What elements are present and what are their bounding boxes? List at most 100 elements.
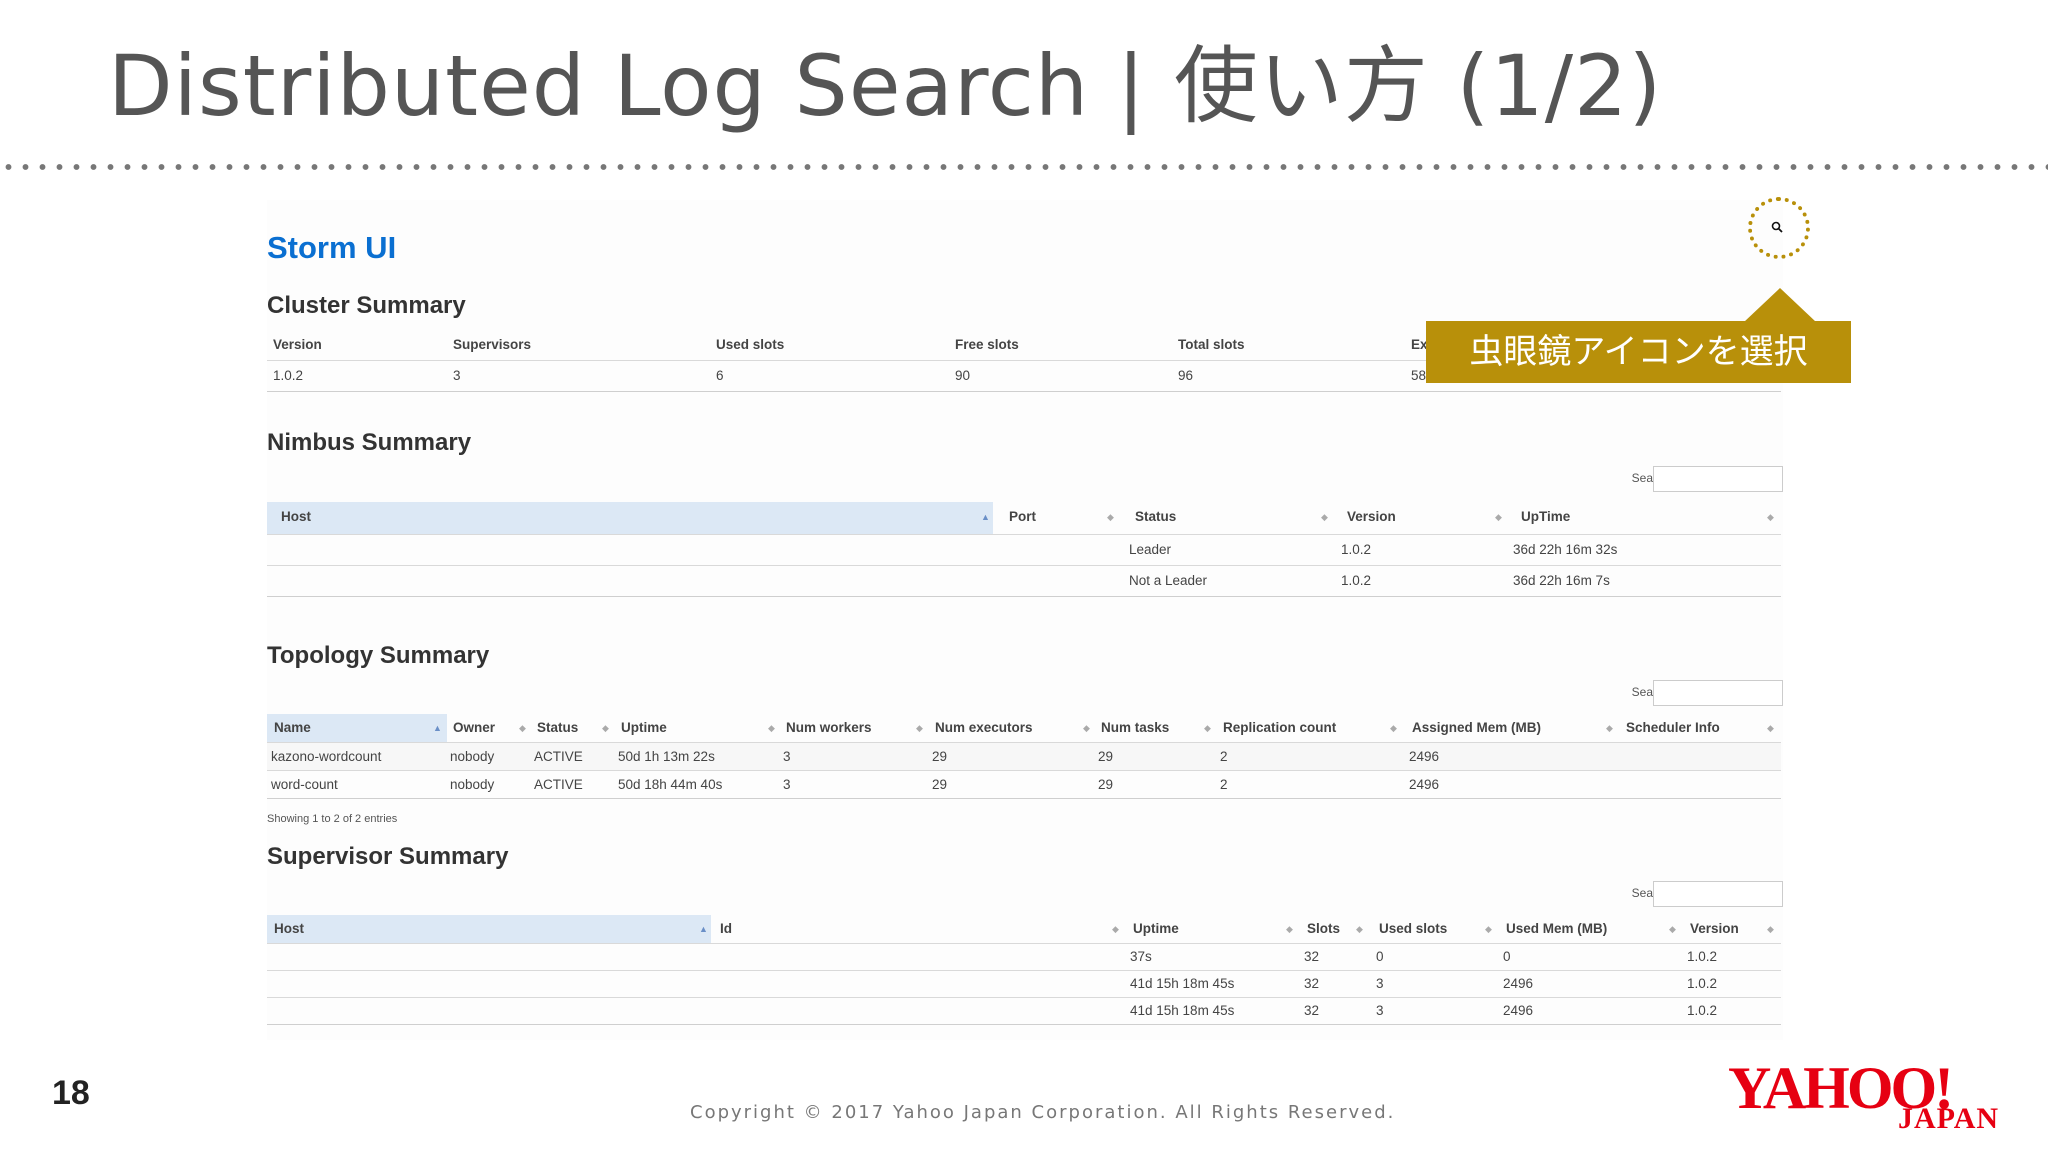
copyright-text: Copyright © 2017 Yahoo Japan Corporation…	[690, 1102, 1396, 1123]
slide-title: Distributed Log Search | 使い方 (1/2)	[108, 37, 1663, 135]
sort-icon[interactable]: ◆	[1485, 915, 1492, 943]
cluster-version: 1.0.2	[273, 368, 304, 383]
cluster-summary-title: Cluster Summary	[267, 292, 466, 319]
sort-icon[interactable]: ◆	[1669, 915, 1676, 943]
sort-icon[interactable]: ◆	[1495, 502, 1502, 532]
topology-status: ACTIVE	[534, 777, 583, 792]
table-row: Not a Leader 1.0.2 36d 22h 16m 7s	[267, 565, 1781, 597]
supervisor-used-mem: 0	[1503, 949, 1511, 964]
cluster-used-slots: 6	[716, 368, 724, 383]
table-row: word-count nobody ACTIVE 50d 18h 44m 40s…	[267, 770, 1781, 799]
sort-icon[interactable]: ◆	[1767, 502, 1774, 532]
nimbus-col-uptime[interactable]: UpTime	[1521, 502, 1570, 532]
cluster-col-free-slots[interactable]: Free slots	[955, 330, 1019, 360]
supervisor-search-input[interactable]	[1653, 881, 1783, 907]
supervisor-col-uptime[interactable]: Uptime	[1133, 915, 1179, 943]
sort-icon[interactable]: ◆	[1390, 714, 1397, 742]
table-row: Leader 1.0.2 36d 22h 16m 32s	[267, 534, 1781, 565]
yahoo-japan-logo: YAHOO! JAPAN	[1728, 1058, 2018, 1138]
sort-icon[interactable]: ◆	[768, 714, 775, 742]
topology-num-tasks: 29	[1098, 777, 1114, 792]
supervisor-slots: 32	[1304, 1003, 1320, 1018]
nimbus-col-host[interactable]: Host	[281, 502, 311, 532]
supervisor-slots: 32	[1304, 976, 1320, 991]
sort-icon[interactable]: ◆	[519, 714, 526, 742]
supervisor-uptime: 41d 15h 18m 45s	[1130, 1003, 1235, 1018]
nimbus-summary-table: Host ▲ Port ◆ Status ◆ Version ◆ UpTime …	[267, 502, 1781, 597]
nimbus-search-input[interactable]	[1653, 466, 1783, 492]
cluster-col-used-slots[interactable]: Used slots	[716, 330, 784, 360]
topology-uptime: 50d 18h 44m 40s	[618, 777, 723, 792]
cluster-col-version[interactable]: Version	[273, 330, 322, 360]
topology-uptime: 50d 1h 13m 22s	[618, 749, 715, 764]
nimbus-col-version[interactable]: Version	[1347, 502, 1396, 532]
topology-col-assigned-mem[interactable]: Assigned Mem (MB)	[1412, 714, 1541, 742]
sort-icon[interactable]: ◆	[916, 714, 923, 742]
sort-icon[interactable]: ◆	[1204, 714, 1211, 742]
sort-icon[interactable]: ◆	[1356, 915, 1363, 943]
topology-summary-title: Topology Summary	[267, 642, 490, 669]
topology-header-row: Name ▲ Owner ◆ Status ◆ Uptime ◆ Num wor…	[267, 714, 1781, 742]
sort-icon[interactable]: ◆	[1112, 915, 1119, 943]
topology-col-num-executors[interactable]: Num executors	[935, 714, 1033, 742]
sort-asc-icon[interactable]: ▲	[699, 915, 708, 943]
topology-summary-table: Name ▲ Owner ◆ Status ◆ Uptime ◆ Num wor…	[267, 714, 1781, 799]
nimbus-status: Not a Leader	[1129, 573, 1208, 588]
sort-icon[interactable]: ◆	[1767, 714, 1774, 742]
supervisor-col-id[interactable]: Id	[720, 915, 732, 943]
supervisor-used-slots: 3	[1376, 976, 1384, 991]
topology-assigned-mem: 2496	[1409, 749, 1440, 764]
supervisor-col-used-slots[interactable]: Used slots	[1379, 915, 1447, 943]
sort-icon[interactable]: ◆	[1606, 714, 1613, 742]
topology-col-scheduler-info[interactable]: Scheduler Info	[1626, 714, 1720, 742]
nimbus-col-port[interactable]: Port	[1009, 502, 1036, 532]
page-number: 18	[52, 1074, 90, 1112]
topology-showing-entries: Showing 1 to 2 of 2 entries	[267, 813, 398, 825]
supervisor-summary-table: Host ▲ Id ◆ Uptime ◆ Slots ◆ Used slots …	[267, 915, 1781, 1025]
sort-asc-icon[interactable]: ▲	[981, 502, 990, 532]
supervisor-col-used-mem[interactable]: Used Mem (MB)	[1506, 915, 1607, 943]
supervisor-used-mem: 2496	[1503, 976, 1534, 991]
nimbus-col-status[interactable]: Status	[1135, 502, 1176, 532]
cluster-col-supervisors[interactable]: Supervisors	[453, 330, 531, 360]
sort-icon[interactable]: ◆	[1767, 915, 1774, 943]
callout-arrow	[1744, 288, 1816, 322]
table-row: 37s 32 0 0 1.0.2	[267, 943, 1781, 970]
topology-name-link[interactable]: word-count	[271, 771, 338, 798]
topology-col-replication[interactable]: Replication count	[1223, 714, 1336, 742]
sort-icon[interactable]: ◆	[1083, 714, 1090, 742]
supervisor-uptime: 37s	[1130, 949, 1152, 964]
topology-col-num-tasks[interactable]: Num tasks	[1101, 714, 1169, 742]
topology-search-input[interactable]	[1653, 680, 1783, 706]
supervisor-used-slots: 3	[1376, 1003, 1384, 1018]
topology-col-uptime[interactable]: Uptime	[621, 714, 667, 742]
cluster-executors: 58	[1411, 368, 1427, 383]
sort-icon[interactable]: ◆	[1321, 502, 1328, 532]
supervisor-col-host[interactable]: Host	[274, 915, 304, 943]
nimbus-version: 1.0.2	[1341, 542, 1372, 557]
topology-num-tasks: 29	[1098, 749, 1114, 764]
storm-ui-title[interactable]: Storm UI	[267, 230, 396, 266]
topology-num-executors: 29	[932, 749, 948, 764]
topology-replication: 2	[1220, 777, 1228, 792]
yahoo-logo-sub: JAPAN	[1898, 1102, 2000, 1135]
sort-icon[interactable]: ◆	[1286, 915, 1293, 943]
table-row: kazono-wordcount nobody ACTIVE 50d 1h 13…	[267, 742, 1781, 770]
topology-name-link[interactable]: kazono-wordcount	[271, 743, 381, 770]
topology-col-name[interactable]: Name	[274, 714, 311, 742]
topology-col-num-workers[interactable]: Num workers	[786, 714, 872, 742]
sort-icon[interactable]: ◆	[1107, 502, 1114, 532]
nimbus-uptime: 36d 22h 16m 7s	[1513, 573, 1610, 588]
search-icon[interactable]	[1771, 221, 1783, 233]
sort-icon[interactable]: ◆	[602, 714, 609, 742]
nimbus-status: Leader	[1129, 542, 1172, 557]
topology-col-owner[interactable]: Owner	[453, 714, 495, 742]
topology-col-status[interactable]: Status	[537, 714, 578, 742]
topology-replication: 2	[1220, 749, 1228, 764]
supervisor-header-row: Host ▲ Id ◆ Uptime ◆ Slots ◆ Used slots …	[267, 915, 1781, 943]
supervisor-col-version[interactable]: Version	[1690, 915, 1739, 943]
supervisor-col-slots[interactable]: Slots	[1307, 915, 1340, 943]
supervisor-used-slots: 0	[1376, 949, 1384, 964]
cluster-col-total-slots[interactable]: Total slots	[1178, 330, 1245, 360]
sort-asc-icon[interactable]: ▲	[433, 714, 442, 742]
